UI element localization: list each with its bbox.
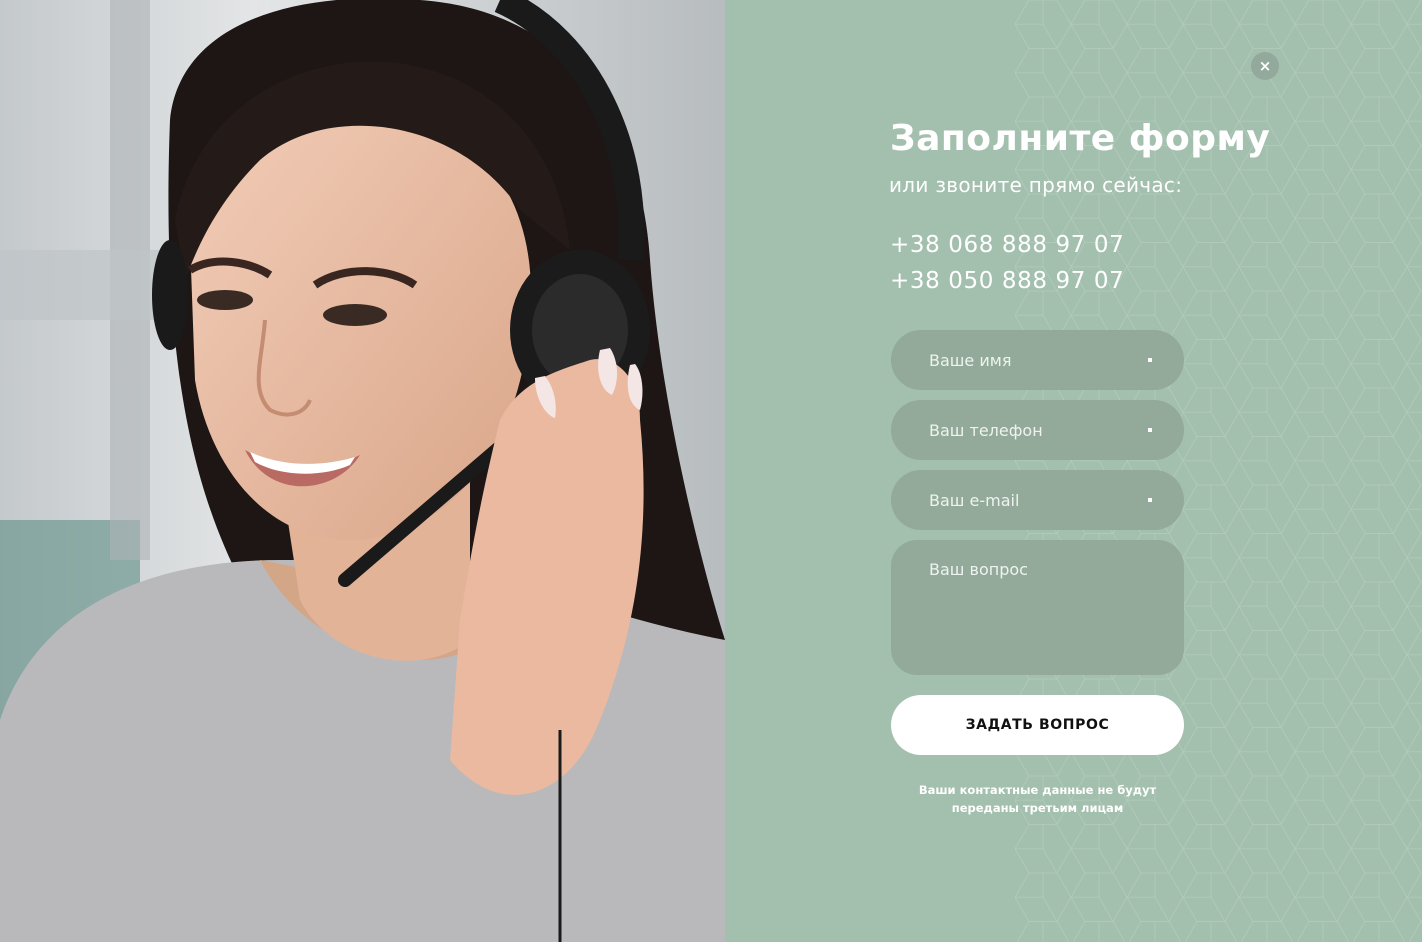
close-button[interactable]: × [1251,52,1279,80]
phone-field[interactable]: Ваш телефон [891,400,1184,460]
question-field[interactable]: Ваш вопрос [891,540,1184,675]
phone-link-1[interactable]: +38 068 888 97 07 [890,232,1124,258]
name-placeholder: Ваше имя [929,350,1012,370]
close-icon: × [1258,56,1272,75]
email-placeholder: Ваш e-mail [929,490,1020,510]
form-subtitle: или звоните прямо сейчас: [889,173,1183,197]
privacy-note: Ваши контактные данные не будут переданы… [891,781,1184,817]
question-placeholder: Ваш вопрос [929,560,1028,579]
required-marker [1148,428,1152,432]
phone-link-2[interactable]: +38 050 888 97 07 [890,268,1124,294]
email-field[interactable]: Ваш e-mail [891,470,1184,530]
required-marker [1148,498,1152,502]
operator-illustration [0,0,725,942]
name-field[interactable]: Ваше имя [891,330,1184,390]
operator-photo [0,0,725,942]
submit-button[interactable]: ЗАДАТЬ ВОПРОС [891,695,1184,755]
privacy-note-line1: Ваши контактные данные не будут [918,783,1157,797]
contact-form-panel: × Заполните форму или звоните прямо сейч… [725,0,1422,942]
required-marker [1148,358,1152,362]
form-title: Заполните форму [890,118,1271,159]
phone-placeholder: Ваш телефон [929,420,1043,440]
privacy-note-line2: переданы третьим лицам [951,801,1124,815]
